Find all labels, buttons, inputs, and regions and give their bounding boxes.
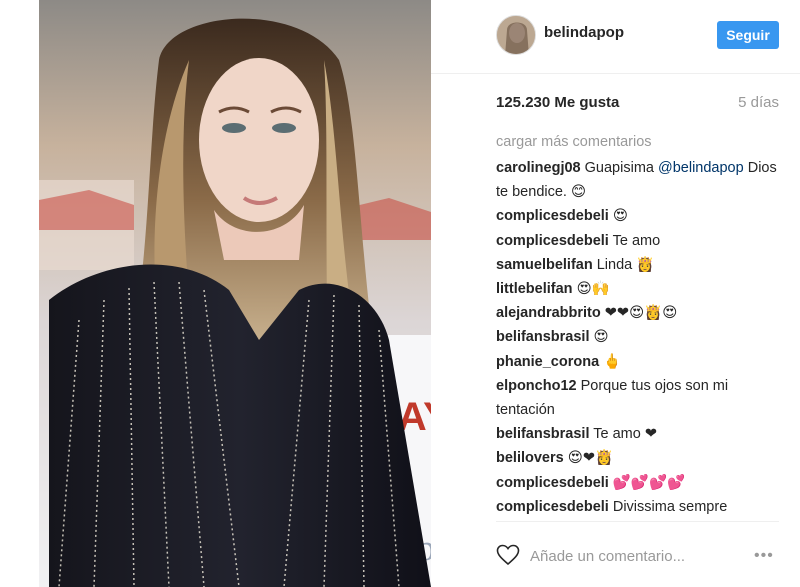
comment-item: belifansbrasil 😍: [496, 325, 786, 349]
comment-username[interactable]: phanie_corona: [496, 354, 599, 370]
comment-username[interactable]: belifansbrasil: [496, 426, 589, 442]
divider: [496, 521, 779, 522]
comment-item: complicesdebeli 😍: [496, 204, 786, 228]
comment-username[interactable]: alejandrabbrito: [496, 305, 601, 321]
comment-username[interactable]: littlebelifan: [496, 281, 573, 297]
comment-text: 😍🙌: [572, 281, 610, 298]
likes-row: 125.230 Me gusta 5 días: [496, 94, 779, 114]
avatar-image: [497, 16, 535, 54]
post-image: BAY Cap: [39, 0, 431, 587]
comment-item: elponcho12 Porque tus ojos son mi tentac…: [496, 374, 786, 422]
comment-item: alejandrabbrito ❤❤😍👸😍: [496, 301, 786, 325]
comment-item: phanie_corona 🖕: [496, 350, 786, 374]
comment-item: complicesdebeli Te amo: [496, 229, 786, 253]
post-header: belindapop Seguir: [431, 0, 800, 74]
comment-item: samuelbelifan Linda 👸: [496, 253, 786, 277]
likes-count[interactable]: 125.230 Me gusta: [496, 94, 619, 111]
comment-username[interactable]: complicesdebeli: [496, 233, 609, 249]
comment-username[interactable]: elponcho12: [496, 378, 577, 394]
comment-username[interactable]: complicesdebeli: [496, 499, 609, 515]
comment-text: 😍❤👸: [563, 450, 614, 467]
post-details-panel: belindapop Seguir 125.230 Me gusta 5 día…: [431, 0, 800, 587]
comment-username[interactable]: complicesdebeli: [496, 475, 609, 491]
comments-list[interactable]: carolinegj08 Guapisima @belindapop Dios …: [496, 156, 786, 520]
comment-text: ❤❤😍👸😍: [600, 305, 678, 322]
comment-text: Guapisima: [580, 160, 658, 176]
follow-button[interactable]: Seguir: [717, 21, 779, 49]
comment-username[interactable]: complicesdebeli: [496, 208, 609, 224]
post-photo[interactable]: BAY Cap: [39, 0, 431, 587]
comment-username[interactable]: belilovers: [496, 450, 564, 466]
comment-item: complicesdebeli 💕💕💕💕: [496, 471, 786, 495]
username-link[interactable]: belindapop: [544, 24, 624, 41]
comment-item: carolinegj08 Guapisima @belindapop Dios …: [496, 156, 786, 204]
comment-item: belilovers 😍❤👸: [496, 446, 786, 470]
comment-text: Te amo: [608, 232, 661, 249]
comment-text: 🖕: [599, 353, 622, 370]
load-more-comments-link[interactable]: cargar más comentarios: [496, 134, 652, 150]
comment-item: complicesdebeli Divissima sempre: [496, 495, 786, 519]
comment-text: 😍: [589, 329, 609, 346]
heart-outline-icon[interactable]: [496, 544, 520, 566]
comment-username[interactable]: samuelbelifan: [496, 257, 593, 273]
comment-text: 😍: [608, 208, 628, 225]
more-options-icon[interactable]: •••: [754, 547, 774, 565]
post-age[interactable]: 5 días: [738, 94, 779, 111]
comment-text: Te amo ❤: [589, 426, 657, 443]
add-comment-input[interactable]: [530, 545, 740, 567]
comment-text: 💕💕💕💕: [608, 474, 686, 491]
comment-item: littlebelifan 😍🙌: [496, 277, 786, 301]
comment-text: Divissima sempre: [608, 498, 728, 515]
comment-username[interactable]: belifansbrasil: [496, 329, 589, 345]
avatar[interactable]: [496, 15, 536, 55]
comment-text: Linda 👸: [592, 256, 655, 273]
comment-item: belifansbrasil Te amo ❤: [496, 422, 786, 446]
comment-item: complicesdebeli ❤👸: [496, 519, 786, 520]
comment-mention[interactable]: @belindapop: [658, 160, 744, 176]
add-comment-row: •••: [496, 540, 786, 570]
comment-username[interactable]: carolinegj08: [496, 160, 581, 176]
